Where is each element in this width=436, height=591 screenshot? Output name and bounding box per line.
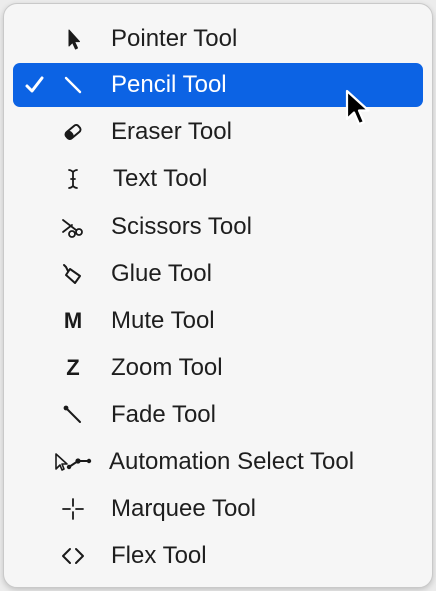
menu-item-flex-tool[interactable]: Flex Tool — [13, 534, 423, 578]
mute-icon: M — [63, 308, 83, 333]
flex-icon — [60, 543, 86, 569]
menu-item-label: Mute Tool — [111, 307, 215, 334]
menu-item-marquee-tool[interactable]: Marquee Tool — [13, 487, 423, 531]
menu-item-pointer-tool[interactable]: Pointer Tool — [13, 17, 423, 61]
menu-item-label: Pointer Tool — [111, 25, 238, 52]
fade-icon — [60, 402, 86, 428]
menu-item-scissors-tool[interactable]: Scissors Tool — [13, 205, 423, 249]
menu-item-glue-tool[interactable]: Glue Tool — [13, 252, 423, 296]
menu-item-label: Marquee Tool — [111, 495, 256, 522]
menu-item-text-tool[interactable]: Text Tool — [13, 157, 423, 201]
checkmark-icon — [22, 73, 48, 97]
menu-item-label: Scissors Tool — [111, 213, 252, 240]
marquee-icon — [60, 496, 86, 522]
menu-item-label: Text Tool — [113, 165, 208, 192]
menu-item-zoom-tool[interactable]: Z Zoom Tool — [13, 346, 423, 390]
zoom-icon: Z — [66, 355, 80, 380]
menu-item-label: Pencil Tool — [111, 71, 227, 98]
menu-item-automation-select-tool[interactable]: Automation Select Tool — [13, 440, 423, 484]
menu-item-label: Automation Select Tool — [109, 448, 355, 475]
menu-item-mute-tool[interactable]: M Mute Tool — [13, 299, 423, 343]
automation-select-icon — [53, 449, 93, 475]
pointer-icon — [60, 26, 86, 52]
pencil-icon — [60, 72, 86, 98]
scissors-icon — [60, 214, 86, 240]
eraser-icon — [60, 119, 86, 145]
menu-item-fade-tool[interactable]: Fade Tool — [13, 393, 423, 437]
menu-item-label: Eraser Tool — [111, 118, 232, 145]
menu-item-label: Glue Tool — [111, 260, 212, 287]
glue-icon — [60, 261, 86, 287]
menu-item-label: Zoom Tool — [111, 354, 223, 381]
text-cursor-icon — [60, 166, 86, 192]
mouse-cursor-icon — [344, 89, 376, 131]
menu-item-label: Fade Tool — [111, 401, 216, 428]
menu-item-label: Flex Tool — [111, 542, 207, 569]
